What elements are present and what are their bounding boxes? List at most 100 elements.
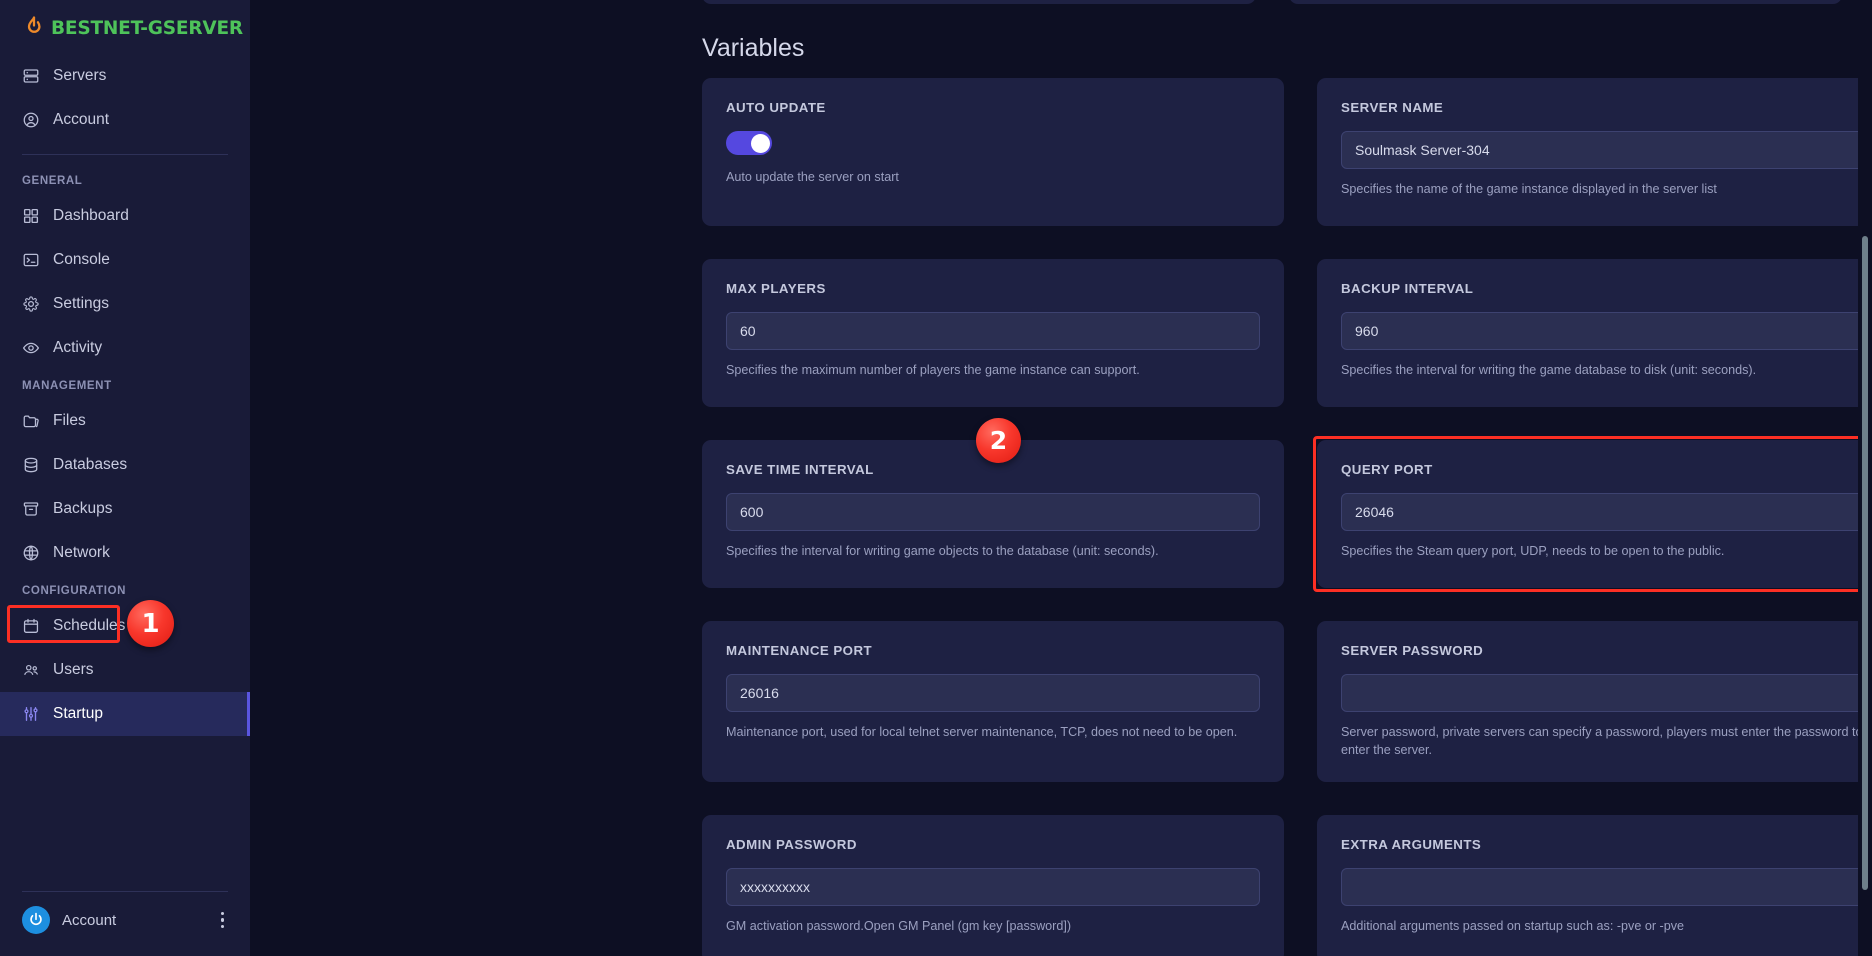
brand-logo[interactable]: BESTNET-GSERVER [0, 0, 250, 54]
users-group-icon [24, 664, 39, 676]
database-icon [24, 457, 38, 473]
sidebar-item-users[interactable]: Users [0, 648, 250, 692]
sidebar-item-label: Account [53, 111, 110, 128]
backup-interval-input[interactable] [1341, 312, 1872, 350]
sidebar-item-settings[interactable]: Settings [0, 282, 250, 326]
vertical-scrollbar[interactable] [1858, 0, 1872, 956]
variable-card-auto-update: AUTO UPDATE Auto update the server on st… [702, 78, 1284, 226]
variable-card-maintenance-port: MAINTENANCE PORT Maintenance port, used … [702, 621, 1284, 782]
grid-squares-icon [23, 208, 39, 224]
sidebar-item-network[interactable]: Network [0, 531, 250, 575]
variables-grid: AUTO UPDATE Auto update the server on st… [250, 78, 1872, 956]
sidebar-item-label: Network [53, 544, 110, 561]
variable-label: MAINTENANCE PORT [726, 643, 873, 658]
variable-label: AUTO UPDATE [726, 100, 826, 115]
server-rack-icon [23, 69, 39, 83]
sidebar-nav: Servers Account GENERAL Dashboard Consol… [0, 54, 250, 736]
annotation-badge-2: 2 [976, 418, 1021, 463]
sidebar-item-console[interactable]: Console [0, 238, 250, 282]
eye-icon [22, 342, 40, 354]
variable-label: BACKUP INTERVAL [1341, 281, 1474, 296]
archive-box-icon [23, 502, 39, 516]
sidebar-item-label: Schedules [53, 617, 126, 634]
server-name-input[interactable] [1341, 131, 1872, 169]
variable-helper: Specifies the Steam query port, UDP, nee… [1341, 544, 1725, 558]
maintenance-port-input[interactable] [726, 674, 1260, 712]
variable-card-admin-password: ADMIN PASSWORD GM activation password.Op… [702, 814, 1284, 956]
sidebar-account-divider [22, 891, 228, 892]
sidebar-divider [22, 154, 228, 155]
sliders-icon [24, 707, 38, 721]
sidebar-group-management-title: MANAGEMENT [22, 380, 112, 392]
scrollbar-thumb[interactable] [1862, 236, 1868, 890]
sidebar-item-account[interactable]: Account [0, 98, 250, 142]
extra-arguments-input[interactable] [1341, 867, 1872, 906]
power-avatar-icon [22, 906, 50, 934]
app-root: BESTNET-GSERVER Servers Account GENERAL … [0, 0, 1872, 956]
sidebar-item-label: Console [53, 251, 110, 268]
main-content: Variables AUTO UPDATE Auto update the se… [250, 0, 1872, 956]
sidebar-item-databases[interactable]: Databases [0, 443, 250, 487]
sidebar: BESTNET-GSERVER Servers Account GENERAL … [0, 0, 250, 956]
sidebar-item-schedules[interactable]: Schedules [0, 604, 250, 648]
sidebar-item-servers[interactable]: Servers [0, 54, 250, 98]
sidebar-item-dashboard[interactable]: Dashboard [0, 194, 250, 238]
save-time-interval-input[interactable] [726, 493, 1260, 531]
variable-label: SAVE TIME INTERVAL [726, 462, 874, 477]
user-circle-icon [23, 112, 39, 128]
query-port-input[interactable] [1341, 493, 1872, 531]
gear-icon [23, 296, 39, 312]
variables-page: Variables AUTO UPDATE Auto update the se… [250, 0, 1872, 956]
auto-update-toggle[interactable] [726, 131, 772, 155]
annotation-badge-1: 1 [127, 600, 174, 647]
server-password-input[interactable] [1341, 674, 1872, 712]
page-title: Variables [702, 34, 805, 62]
sidebar-account-row[interactable]: Account [0, 906, 250, 956]
variable-card-query-port: QUERY PORT Specifies the Steam query por… [1313, 436, 1872, 592]
partial-card-left [702, 0, 1256, 4]
sidebar-item-backups[interactable]: Backups [0, 487, 250, 531]
sidebar-group-general-title: GENERAL [22, 175, 83, 187]
variable-card-server-name: SERVER NAME Specifies the name of the ga… [1317, 78, 1872, 226]
variable-label: EXTRA ARGUMENTS [1341, 836, 1482, 852]
variable-helper: Auto update the server on start [726, 170, 899, 184]
terminal-icon [23, 253, 39, 267]
partial-card-right [1288, 0, 1842, 4]
sidebar-item-label: Users [53, 661, 94, 678]
toggle-knob [750, 133, 770, 153]
variable-helper: Specifies the name of the game instance … [1341, 182, 1717, 196]
sidebar-item-label: Backups [53, 500, 113, 517]
sidebar-item-label: Activity [53, 339, 103, 356]
variable-label: SERVER NAME [1341, 100, 1444, 115]
sidebar-item-label: Databases [53, 456, 128, 473]
sidebar-item-startup[interactable]: Startup [0, 692, 250, 736]
kebab-menu-icon[interactable] [217, 908, 229, 933]
sidebar-item-label: Servers [53, 67, 107, 84]
variable-helper: Server password, private servers can spe… [1341, 725, 1863, 757]
variable-card-backup-interval: BACKUP INTERVAL Specifies the interval f… [1317, 259, 1872, 407]
folder-icon [23, 415, 39, 428]
variable-card-server-password: SERVER PASSWORD Server password, private… [1317, 621, 1872, 782]
variable-helper: Specifies the maximum number of players … [726, 363, 1140, 377]
sidebar-item-label: Files [53, 412, 86, 429]
power-flame-icon [27, 16, 41, 33]
admin-password-input[interactable] [726, 867, 1260, 906]
variable-helper: Specifies the interval for writing game … [726, 544, 1159, 558]
max-players-input[interactable] [726, 312, 1260, 350]
calendar-icon [23, 618, 39, 633]
variable-card-extra-arguments: EXTRA ARGUMENTS Additional arguments pas… [1317, 814, 1872, 956]
variable-label: QUERY PORT [1341, 462, 1433, 477]
sidebar-group-configuration-title: CONFIGURATION [22, 585, 127, 597]
variable-helper: Maintenance port, used for local telnet … [726, 725, 1238, 739]
variable-label: SERVER PASSWORD [1341, 643, 1484, 658]
globe-icon [23, 545, 39, 561]
variable-helper: GM activation password.Open GM Panel (gm… [726, 918, 1072, 933]
sidebar-item-files[interactable]: Files [0, 399, 250, 443]
variable-card-max-players: MAX PLAYERS Specifies the maximum number… [702, 259, 1284, 407]
sidebar-item-activity[interactable]: Activity [0, 326, 250, 370]
variable-label: ADMIN PASSWORD [726, 836, 857, 852]
sidebar-item-label: Dashboard [53, 207, 129, 224]
variable-label: MAX PLAYERS [726, 281, 826, 296]
variable-helper: Specifies the interval for writing the g… [1341, 363, 1757, 377]
